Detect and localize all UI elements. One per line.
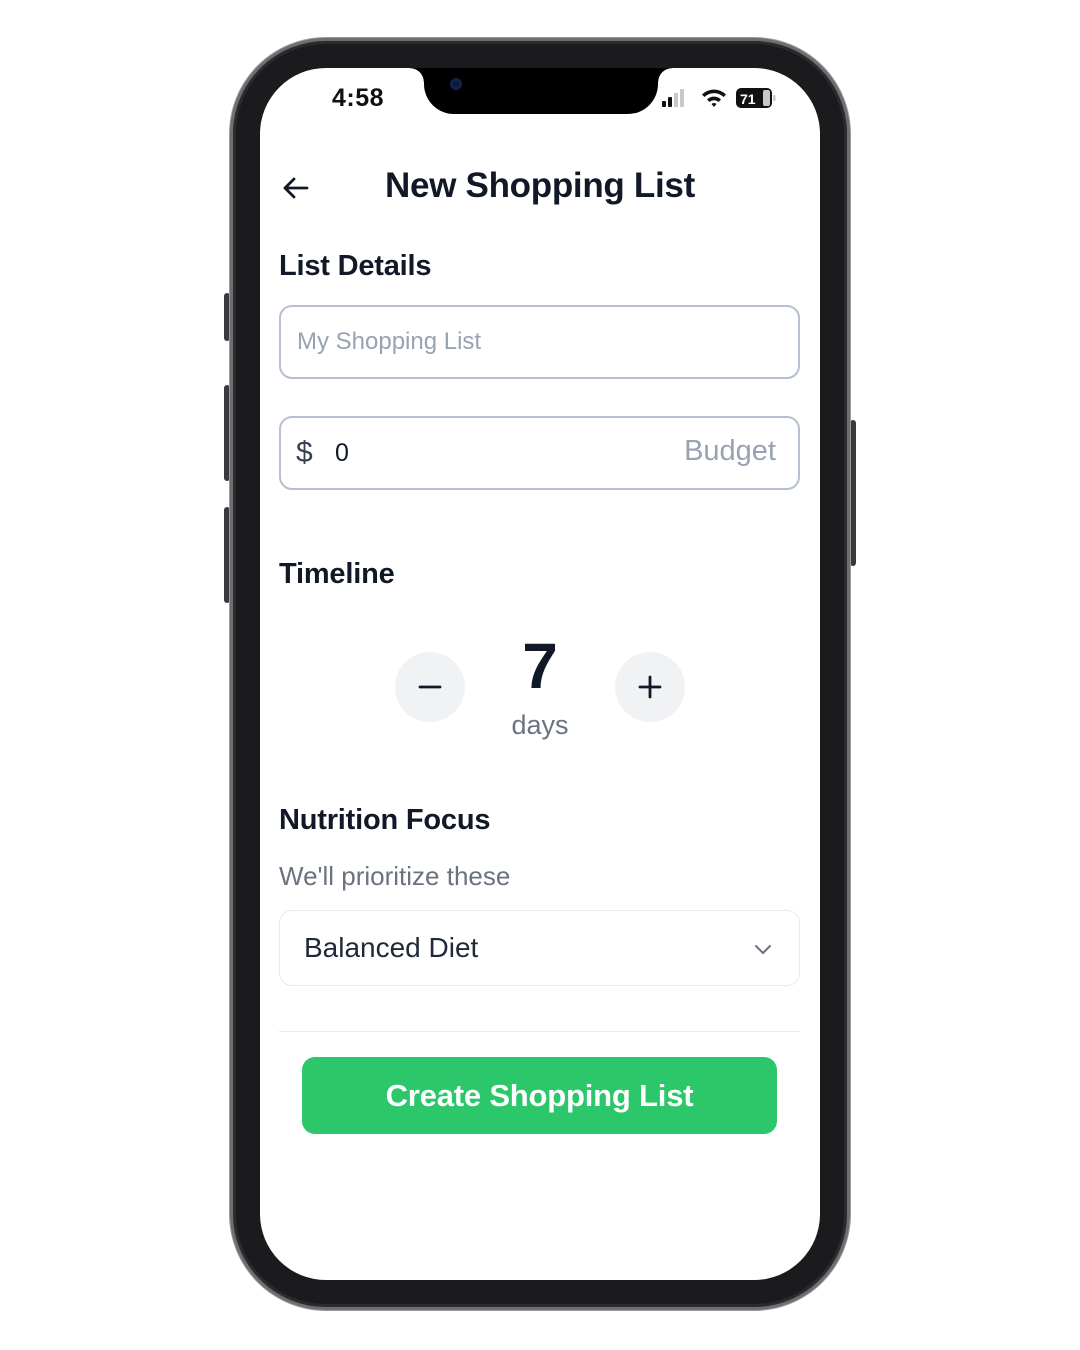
list-name-input[interactable]	[295, 307, 785, 377]
status-time: 4:58	[332, 84, 385, 112]
app-screen: 4:58 71 New Shopping List List Details M…	[260, 68, 820, 1280]
dynamic-island	[410, 68, 672, 114]
days-count: 7	[522, 630, 558, 702]
divider	[279, 1031, 800, 1032]
page-title: New Shopping List	[385, 166, 695, 205]
battery-level: 71	[740, 91, 756, 107]
battery-icon: 71	[736, 88, 776, 108]
increase-days-button[interactable]	[615, 652, 685, 722]
cellular-signal-icon	[662, 89, 684, 107]
chevron-down-icon	[755, 945, 771, 954]
timeline-heading: Timeline	[279, 558, 395, 590]
budget-input[interactable]	[333, 418, 633, 488]
wifi-icon	[702, 89, 726, 107]
budget-field: $ Budget	[279, 416, 800, 490]
days-unit-label: days	[511, 710, 569, 740]
plus-icon	[638, 675, 662, 699]
nutrition-focus-subtitle: We'll prioritize these	[279, 861, 511, 891]
nutrition-selected-value: Balanced Diet	[304, 932, 479, 963]
minus-icon	[418, 685, 442, 689]
dollar-icon: $	[296, 436, 313, 469]
budget-label: Budget	[684, 435, 776, 467]
decrease-days-button[interactable]	[395, 652, 465, 722]
status-icons: 71	[662, 88, 776, 108]
front-camera-icon	[450, 78, 462, 90]
list-name-field	[279, 305, 800, 379]
create-shopping-list-button[interactable]: Create Shopping List	[302, 1057, 777, 1134]
power-button	[850, 420, 856, 566]
list-details-heading: List Details	[279, 250, 432, 282]
nutrition-focus-select[interactable]: Balanced Diet	[279, 910, 800, 986]
nutrition-focus-heading: Nutrition Focus	[279, 804, 491, 836]
